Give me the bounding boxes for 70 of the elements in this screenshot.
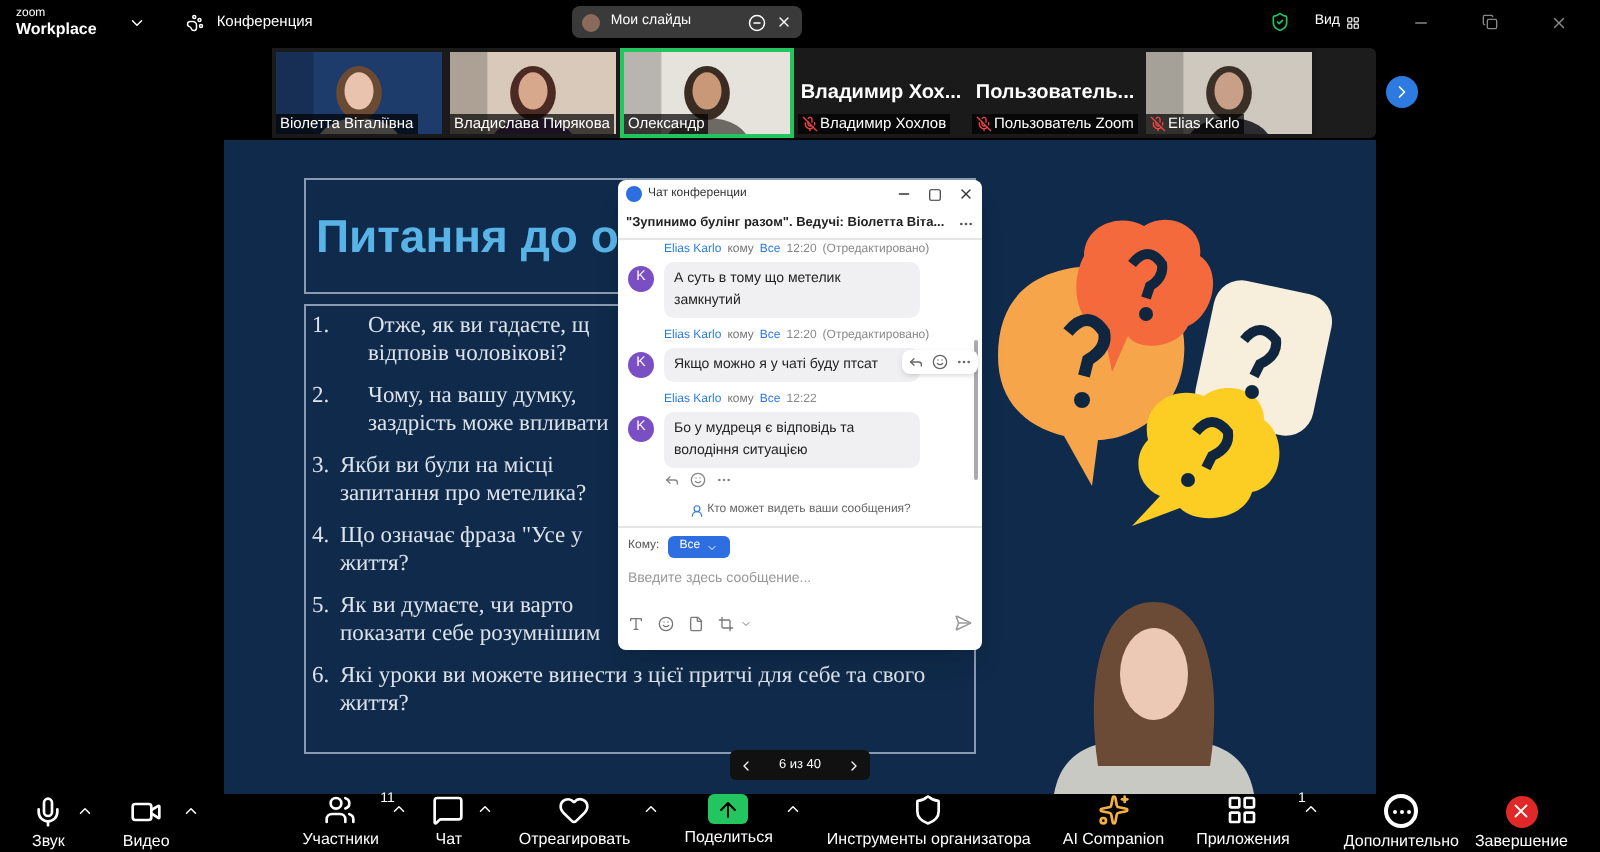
question-text: Що означає фраза "Усе у	[340, 522, 583, 550]
reply-icon[interactable]	[664, 472, 680, 488]
question-text: запитання про метелика?	[340, 480, 587, 508]
participant-name-title: Владимир Хох...	[800, 79, 962, 107]
people-icon	[689, 504, 704, 518]
toolbar-button[interactable]: Дополнительно	[1335, 794, 1467, 852]
question-text: відповів чоловікові?	[368, 340, 569, 368]
restore-icon[interactable]	[1482, 14, 1498, 30]
grid-icon	[1346, 15, 1360, 29]
participants-icon	[324, 794, 357, 826]
heart-icon	[558, 794, 591, 826]
caret-icon[interactable]	[1301, 800, 1320, 818]
emoji-icon[interactable]	[932, 354, 948, 370]
caret-icon[interactable]	[390, 800, 409, 818]
question-number: 3.	[312, 452, 332, 482]
question-number: 2.	[312, 382, 332, 412]
apps-icon	[1226, 794, 1259, 826]
file-icon[interactable]	[688, 615, 704, 631]
question-number: 4.	[312, 522, 332, 552]
caret-icon	[706, 541, 719, 553]
paw-icon	[186, 13, 205, 31]
shield-icon	[912, 794, 945, 826]
caret-icon[interactable]	[476, 800, 495, 818]
question-text: Які уроки ви можете винести з цієї притчі для себе та свого	[340, 662, 926, 690]
toolbar-button[interactable]: Чат	[424, 794, 473, 850]
logo-text: Workplace	[16, 22, 97, 38]
close-icon[interactable]	[958, 186, 974, 202]
question-text: життя?	[340, 550, 411, 578]
chat-icon	[432, 794, 465, 826]
participant-name-title: Пользователь...	[975, 79, 1135, 107]
caret-icon[interactable]	[784, 800, 803, 818]
minus-circle-icon[interactable]	[748, 13, 767, 31]
screenshot-icon[interactable]	[718, 615, 734, 631]
toolbar-button[interactable]: Звук	[24, 795, 73, 851]
question-text: Чому, на вашу думку,	[368, 382, 579, 410]
maximize-icon[interactable]	[928, 187, 942, 201]
previous-icon[interactable]	[738, 757, 754, 773]
more-icon	[1384, 794, 1419, 828]
send-icon[interactable]	[954, 614, 972, 632]
question-text: Як ви думаєте, чи варто	[340, 592, 576, 620]
question-text: показати себе розумнішим	[340, 620, 601, 648]
close-icon[interactable]	[776, 14, 793, 30]
emoji-icon[interactable]	[690, 472, 706, 488]
format-icon[interactable]	[628, 615, 644, 631]
scrollbar[interactable]	[974, 340, 978, 480]
question-text: заздрість може впливати	[368, 410, 609, 438]
toolbar-button[interactable]: Поделиться	[676, 794, 781, 848]
end-icon	[1505, 795, 1538, 827]
toolbar-button[interactable]: Инструменты организатора	[818, 794, 1039, 850]
shield-check-icon	[1270, 12, 1291, 32]
caret-icon[interactable]	[642, 800, 661, 818]
app-logo-icon	[626, 186, 642, 202]
emoji-icon[interactable]	[658, 615, 674, 631]
question-number: 5.	[312, 592, 332, 622]
question-text: Отже, як ви гадаєте, щ	[368, 312, 590, 340]
question-number: 1.	[312, 312, 332, 342]
microphone-icon	[32, 795, 65, 827]
reply-icon[interactable]	[908, 354, 924, 370]
toolbar-button[interactable]: Завершение	[1466, 795, 1576, 851]
sparkles-icon	[1097, 794, 1130, 826]
toolbar-button[interactable]: AI Companion	[1054, 794, 1173, 850]
toolbar-button[interactable]: Отреагировать	[510, 794, 639, 850]
question-number: 6.	[312, 662, 332, 692]
question-text: Якби ви були на місці	[340, 452, 556, 480]
close-icon[interactable]	[1550, 13, 1568, 31]
slide-title: Питання до о	[316, 207, 619, 266]
avatar	[582, 13, 601, 31]
question-text: життя?	[340, 690, 411, 718]
toolbar-button[interactable]: Видео	[114, 795, 178, 851]
next-button[interactable]	[1386, 76, 1418, 108]
